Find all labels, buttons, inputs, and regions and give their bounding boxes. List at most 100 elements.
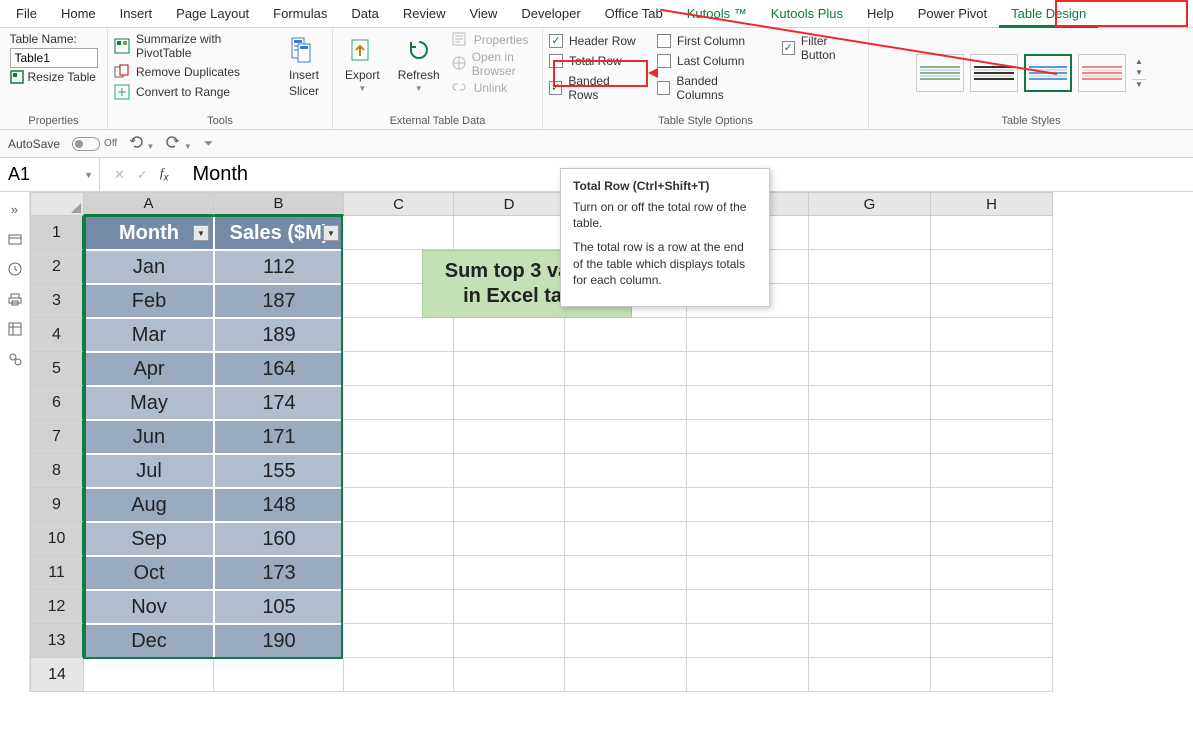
grid[interactable]: ABCDEFGH 1Month▼Sales ($M)▼2Jan1123Feb18… (30, 192, 1053, 692)
card-icon[interactable] (7, 232, 23, 248)
cell[interactable]: Sep (84, 522, 214, 556)
convert-range-button[interactable]: Convert to Range (114, 84, 268, 100)
cell[interactable]: 171 (214, 420, 344, 454)
cell[interactable] (931, 250, 1053, 284)
cell[interactable] (565, 454, 687, 488)
cell[interactable]: 173 (214, 556, 344, 590)
select-all-cell[interactable] (30, 192, 84, 216)
ribbon-tab-formulas[interactable]: Formulas (261, 0, 339, 28)
row-header[interactable]: 10 (30, 522, 84, 556)
cell[interactable] (809, 420, 931, 454)
cell[interactable] (931, 658, 1053, 692)
find-icon[interactable] (7, 352, 23, 368)
cell[interactable] (344, 454, 454, 488)
cell[interactable] (931, 386, 1053, 420)
cell[interactable] (454, 454, 565, 488)
cell[interactable] (931, 590, 1053, 624)
cell[interactable] (809, 216, 931, 250)
cell[interactable] (809, 658, 931, 692)
cell[interactable] (344, 522, 454, 556)
insert-slicer-button[interactable]: Insert Slicer (282, 32, 326, 100)
cell[interactable] (344, 318, 454, 352)
ribbon-tab-office-tab[interactable]: Office Tab (593, 0, 675, 28)
cell[interactable] (687, 488, 809, 522)
cell[interactable] (809, 284, 931, 318)
table-style-thumb[interactable] (1078, 54, 1126, 92)
row-header[interactable]: 9 (30, 488, 84, 522)
cell[interactable] (454, 216, 565, 250)
cell[interactable] (931, 216, 1053, 250)
row-header[interactable]: 14 (30, 658, 84, 692)
cell[interactable] (344, 216, 454, 250)
ribbon-tab-help[interactable]: Help (855, 0, 906, 28)
tablename-input[interactable] (10, 48, 98, 68)
cell[interactable] (809, 488, 931, 522)
cell[interactable]: Aug (84, 488, 214, 522)
row-header[interactable]: 8 (30, 454, 84, 488)
ribbon-tab-page-layout[interactable]: Page Layout (164, 0, 261, 28)
row-header[interactable]: 12 (30, 590, 84, 624)
cell[interactable]: 190 (214, 624, 344, 658)
cell[interactable] (84, 658, 214, 692)
cell[interactable] (214, 658, 344, 692)
cell[interactable] (809, 250, 931, 284)
cell[interactable] (454, 488, 565, 522)
cell[interactable] (931, 318, 1053, 352)
cell[interactable]: 112 (214, 250, 344, 284)
cell[interactable] (687, 454, 809, 488)
cell[interactable] (344, 352, 454, 386)
cell[interactable] (809, 386, 931, 420)
row-header[interactable]: 2 (30, 250, 84, 284)
cell[interactable]: Sales ($M)▼ (214, 216, 344, 250)
ribbon-tab-kutools-[interactable]: Kutools ™ (675, 0, 759, 28)
cell[interactable] (344, 488, 454, 522)
filter-dropdown-icon[interactable]: ▼ (193, 225, 209, 241)
cell[interactable] (454, 624, 565, 658)
cell[interactable] (809, 624, 931, 658)
cell[interactable] (931, 522, 1053, 556)
banded-columns-checkbox[interactable]: Banded Columns (657, 74, 764, 102)
cell[interactable] (565, 624, 687, 658)
cell[interactable]: Apr (84, 352, 214, 386)
cell[interactable]: Jan (84, 250, 214, 284)
row-header[interactable]: 11 (30, 556, 84, 590)
ribbon-tab-data[interactable]: Data (339, 0, 390, 28)
ribbon-tab-home[interactable]: Home (49, 0, 108, 28)
col-header-C[interactable]: C (344, 192, 454, 216)
cell[interactable] (931, 556, 1053, 590)
cell[interactable] (809, 454, 931, 488)
cell[interactable]: Mar (84, 318, 214, 352)
table-styles-gallery[interactable]: ▲ ▼ ▼ (916, 32, 1146, 113)
styles-more-button[interactable]: ▲ ▼ ▼ (1132, 57, 1146, 89)
cell[interactable] (809, 590, 931, 624)
cell[interactable] (687, 318, 809, 352)
cell[interactable] (344, 386, 454, 420)
cell[interactable] (809, 352, 931, 386)
cell[interactable]: Dec (84, 624, 214, 658)
cell[interactable] (454, 420, 565, 454)
ribbon-tab-review[interactable]: Review (391, 0, 458, 28)
cell[interactable] (565, 590, 687, 624)
row-header[interactable]: 1 (30, 216, 84, 250)
cell[interactable] (931, 284, 1053, 318)
cell[interactable] (454, 658, 565, 692)
cell[interactable]: Jul (84, 454, 214, 488)
autosave-toggle[interactable] (72, 137, 100, 151)
cell[interactable]: 189 (214, 318, 344, 352)
row-header[interactable]: 4 (30, 318, 84, 352)
print-icon[interactable] (7, 292, 23, 308)
resize-table-button[interactable]: Resize Table (10, 70, 98, 84)
row-header[interactable]: 6 (30, 386, 84, 420)
enter-icon[interactable]: ✓ (137, 167, 148, 183)
col-header-H[interactable]: H (931, 192, 1053, 216)
cell[interactable]: 105 (214, 590, 344, 624)
col-header-B[interactable]: B (214, 192, 344, 216)
name-box[interactable]: A1▼ (0, 158, 100, 192)
cell[interactable] (344, 658, 454, 692)
row-header[interactable]: 13 (30, 624, 84, 658)
cell[interactable] (565, 386, 687, 420)
cancel-icon[interactable]: ✕ (114, 167, 125, 183)
cell[interactable]: 155 (214, 454, 344, 488)
cell[interactable]: Feb (84, 284, 214, 318)
cell[interactable] (687, 522, 809, 556)
